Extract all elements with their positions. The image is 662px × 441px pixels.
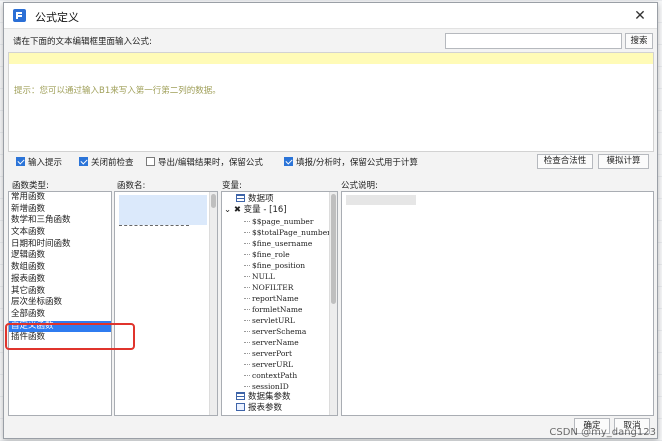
- app-logo-icon: [13, 9, 26, 22]
- description-panel: [341, 191, 654, 416]
- variable-tree[interactable]: 数据项 ⌄ ✖ 变量 - [16] $$page_number $$totalPa…: [221, 191, 338, 416]
- dataset-icon: [236, 392, 245, 400]
- variable-item[interactable]: $fine_username: [222, 238, 337, 249]
- function-type-item[interactable]: 其它函数: [9, 286, 111, 298]
- current-line-highlight: [9, 53, 653, 64]
- close-icon[interactable]: ✕: [630, 6, 650, 26]
- checkbox-checked-icon: [284, 157, 293, 166]
- search-input[interactable]: [445, 33, 622, 49]
- description-label: 公式说明:: [341, 181, 378, 191]
- variable-group-node[interactable]: ⌄ ✖ 变量 - [16]: [222, 205, 337, 216]
- function-name-label: 函数名:: [117, 181, 146, 191]
- check-before-close-checkbox[interactable]: 关闭前检查: [79, 157, 134, 169]
- function-type-item[interactable]: 报表函数: [9, 274, 111, 286]
- checkbox-unchecked-icon: [146, 157, 155, 166]
- function-name-list[interactable]: [114, 191, 218, 416]
- title-bar: 公式定义 ✕: [4, 3, 657, 29]
- report-params-node[interactable]: 报表参数: [222, 403, 337, 414]
- description-text-blurred: [346, 195, 416, 205]
- variable-scrollbar[interactable]: [329, 192, 337, 415]
- variable-item[interactable]: servletURL: [222, 315, 337, 326]
- variable-item[interactable]: $fine_role: [222, 249, 337, 260]
- collapse-icon[interactable]: ⌄: [224, 205, 234, 215]
- variable-item[interactable]: serverName: [222, 337, 337, 348]
- formula-editor[interactable]: 提示：您可以通过输入B1来写入第一行第二列的数据。: [8, 52, 654, 152]
- variable-label: 变量:: [222, 181, 242, 191]
- editor-prompt-label: 请在下面的文本编辑框里面输入公式:: [13, 37, 152, 47]
- function-type-list[interactable]: 常用函数 新增函数 数学和三角函数 文本函数 日期和时间函数 逻辑函数 数组函数 报表函数 其它…: [8, 191, 112, 416]
- export-keep-formula-checkbox[interactable]: 导出/编辑结果时，保留公式: [146, 157, 263, 169]
- variable-tool-icon: ✖: [233, 205, 244, 215]
- variable-item[interactable]: $$page_number: [222, 216, 337, 227]
- editor-hint-text: 提示：您可以通过输入B1来写入第一行第二列的数据。: [14, 86, 221, 96]
- function-type-item[interactable]: 数学和三角函数: [9, 215, 111, 227]
- function-type-item[interactable]: 逻辑函数: [9, 250, 111, 262]
- validate-button[interactable]: 检查合法性: [537, 154, 593, 169]
- variable-item[interactable]: reportName: [222, 293, 337, 304]
- scroll-thumb[interactable]: [331, 194, 336, 304]
- window-title: 公式定义: [35, 11, 79, 24]
- function-type-item[interactable]: 全部函数: [9, 309, 111, 321]
- variable-item[interactable]: NULL: [222, 271, 337, 282]
- scroll-thumb[interactable]: [211, 194, 216, 208]
- function-type-item[interactable]: 日期和时间函数: [9, 239, 111, 251]
- variable-item[interactable]: contextPath: [222, 370, 337, 381]
- function-name-scrollbar[interactable]: [209, 192, 217, 415]
- simulate-button[interactable]: 模拟计算: [598, 154, 649, 169]
- fill-keep-formula-checkbox[interactable]: 填报/分析时，保留公式用于计算: [284, 157, 418, 169]
- table-grid-icon: [236, 194, 245, 202]
- function-type-item[interactable]: 新增函数: [9, 204, 111, 216]
- function-type-item[interactable]: 文本函数: [9, 227, 111, 239]
- variable-item[interactable]: sessionID: [222, 381, 337, 392]
- checkbox-checked-icon: [16, 157, 25, 166]
- function-type-label: 函数类型:: [12, 181, 49, 191]
- variable-item[interactable]: formletName: [222, 304, 337, 315]
- variable-item[interactable]: $$totalPage_number: [222, 227, 337, 238]
- formula-definition-dialog: 公式定义 ✕ 请在下面的文本编辑框里面输入公式: 搜索 提示：您可以通过输入B1…: [3, 2, 658, 439]
- checkbox-checked-icon: [79, 157, 88, 166]
- function-type-item[interactable]: 层次坐标函数: [9, 297, 111, 309]
- variable-item[interactable]: NOFILTER: [222, 282, 337, 293]
- function-type-item[interactable]: 数组函数: [9, 262, 111, 274]
- csdn-watermark: CSDN @my_dang123: [549, 427, 656, 438]
- variable-item[interactable]: serverURL: [222, 359, 337, 370]
- dataset-params-node[interactable]: 数据集参数: [222, 392, 337, 403]
- parameter-icon: [236, 403, 245, 411]
- data-item-node[interactable]: 数据项: [222, 194, 337, 205]
- input-hint-checkbox[interactable]: 输入提示: [16, 157, 62, 169]
- search-button[interactable]: 搜索: [625, 33, 653, 49]
- list-divider: [119, 225, 189, 226]
- function-name-selected-item[interactable]: [119, 195, 207, 225]
- highlight-annotation-box: [5, 323, 135, 350]
- function-type-item[interactable]: 常用函数: [9, 192, 111, 204]
- variable-item[interactable]: serverPort: [222, 348, 337, 359]
- variable-item[interactable]: serverSchema: [222, 326, 337, 337]
- variable-item[interactable]: $fine_position: [222, 260, 337, 271]
